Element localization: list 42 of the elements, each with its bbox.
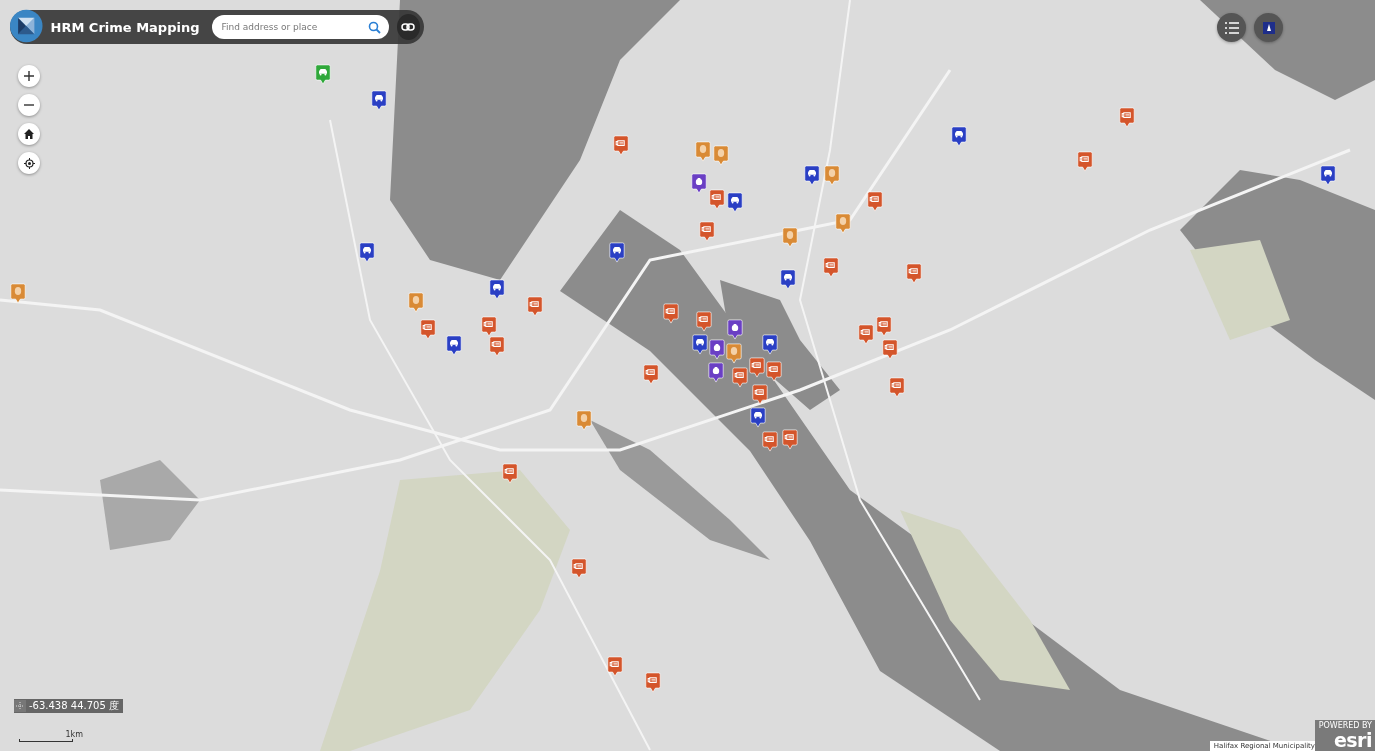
badge-icon: [1262, 21, 1275, 34]
car-pin-icon[interactable]: [762, 334, 778, 355]
bag-pin-icon[interactable]: [727, 319, 743, 340]
share-link-button[interactable]: [396, 14, 420, 40]
esri-logo: esri: [1333, 731, 1372, 750]
car-pin-icon[interactable]: [489, 279, 505, 300]
car-pin-icon[interactable]: [951, 126, 967, 147]
car-pin-icon[interactable]: [446, 335, 462, 356]
powered-by-text: POWERED BY: [1318, 722, 1372, 730]
face-pin-icon[interactable]: [835, 213, 851, 234]
car-pin-icon[interactable]: [359, 242, 375, 263]
bag-pin-icon[interactable]: [708, 362, 724, 383]
link-icon: [401, 23, 416, 31]
face-pin-icon[interactable]: [10, 283, 26, 304]
locate-icon: [23, 157, 35, 169]
plus-icon: [24, 71, 34, 81]
search-button[interactable]: [361, 15, 389, 39]
car-pin-icon[interactable]: [1320, 165, 1336, 186]
crosshair-icon: [14, 700, 26, 712]
coordinate-text: -63.438 44.705 度: [29, 699, 119, 713]
car-pin-icon[interactable]: [750, 407, 766, 428]
search-icon: [367, 20, 381, 34]
bag-pin-icon[interactable]: [709, 339, 725, 360]
car-pin-icon[interactable]: [780, 269, 796, 290]
scale-bar: [19, 739, 73, 742]
car-pin-icon[interactable]: [371, 90, 387, 111]
car-pin-icon[interactable]: [692, 334, 708, 355]
list-icon: [1224, 21, 1239, 34]
app-title: HRM Crime Mapping: [50, 19, 200, 35]
logo-icon: [10, 8, 43, 44]
face-pin-icon[interactable]: [408, 292, 424, 313]
home-icon: [24, 129, 34, 139]
face-pin-icon[interactable]: [576, 410, 592, 431]
bag-pin-icon[interactable]: [691, 173, 707, 194]
car-pin-icon[interactable]: [804, 165, 820, 186]
face-pin-icon[interactable]: [695, 141, 711, 162]
car-pin-icon[interactable]: [609, 242, 625, 263]
search-field[interactable]: Find address or place: [211, 15, 362, 39]
scale-label: 1km: [65, 730, 83, 739]
face-pin-icon[interactable]: [713, 145, 729, 166]
face-pin-icon[interactable]: [782, 227, 798, 248]
car-pin-icon[interactable]: [727, 192, 743, 213]
